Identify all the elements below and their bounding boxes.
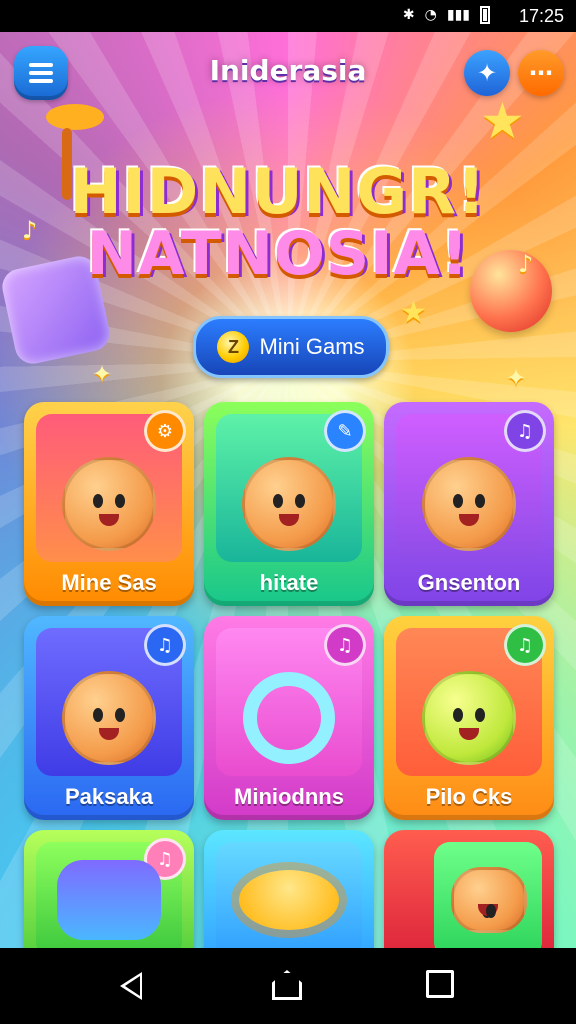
mascot-icon bbox=[62, 457, 156, 551]
mini-games-label: Mini Gams bbox=[259, 334, 365, 359]
star-icon: ★ bbox=[400, 295, 427, 330]
ring-icon bbox=[243, 672, 335, 764]
card-label: Mine Sas bbox=[61, 570, 157, 595]
home-button[interactable] bbox=[272, 970, 302, 1000]
signal-icon: ▮▮▮ bbox=[446, 7, 470, 23]
coin-icon: Z bbox=[217, 331, 250, 363]
status-icons: ✱ ◔ ▮▮▮ bbox=[403, 6, 490, 24]
gear-icon: ⚙ bbox=[144, 410, 186, 452]
game-card-hitate[interactable]: ✎ hitate bbox=[204, 402, 374, 606]
battery-icon bbox=[480, 6, 490, 24]
mascot-icon bbox=[451, 867, 528, 933]
music-icon: ♫ bbox=[324, 624, 366, 666]
sparkle-icon: ✦ bbox=[506, 364, 527, 392]
game-card-pilo-cks[interactable]: ♫ Pilo Cks bbox=[384, 616, 554, 820]
card-label: hitate bbox=[259, 570, 319, 595]
card-label: Miniodnns bbox=[234, 784, 344, 809]
music-icon: ♪ bbox=[22, 216, 38, 244]
game-button[interactable]: ✦ bbox=[464, 50, 510, 96]
music-icon: ♫ bbox=[504, 410, 546, 452]
mascot-icon bbox=[242, 457, 336, 551]
game-card-bottom-middle[interactable] bbox=[204, 830, 374, 948]
blob-icon bbox=[57, 860, 161, 940]
game-card-miniodnns[interactable]: ♫ Miniodnns bbox=[204, 616, 374, 820]
mini-games-button[interactable]: Z Mini Gams bbox=[193, 316, 389, 378]
music-icon: ♪ bbox=[518, 250, 534, 278]
card-label: Pilo Cks bbox=[425, 784, 513, 809]
more-icon: ⋯ bbox=[529, 59, 553, 87]
card-label: Paksaka bbox=[64, 784, 154, 809]
mascot-icon bbox=[422, 671, 516, 765]
status-bar: ✱ ◔ ▮▮▮ 17:25 bbox=[0, 0, 576, 32]
recent-apps-button[interactable] bbox=[426, 970, 454, 998]
more-button[interactable]: ⋯ bbox=[518, 50, 564, 96]
hero-title: HIDNUNGR! NATNOSIA! bbox=[48, 160, 508, 289]
status-time: 17:25 bbox=[518, 6, 564, 26]
back-button[interactable] bbox=[120, 972, 142, 1000]
gamepad-icon: ✦ bbox=[476, 59, 498, 87]
hero-line-1: HIDNUNGR! bbox=[69, 155, 487, 228]
card-label: Gnsenton bbox=[417, 570, 521, 595]
game-card-bottom-right[interactable] bbox=[384, 830, 554, 948]
wifi-icon: ◔ bbox=[424, 7, 437, 23]
game-card-mine-sas[interactable]: ⚙ Mine Sas bbox=[24, 402, 194, 606]
navigation-bar bbox=[0, 948, 576, 1024]
hero-line-2: NATNOSIA! bbox=[86, 219, 470, 289]
music-icon: ♫ bbox=[144, 624, 186, 666]
mascot-icon bbox=[62, 671, 156, 765]
bluetooth-icon: ✱ bbox=[402, 7, 415, 23]
app-screen: Iniderasia ✦ ⋯ ★ ★ ✦ ✦ ♪ ♪ HIDNUNGR! NAT… bbox=[0, 32, 576, 948]
planet-icon bbox=[239, 870, 339, 930]
pencil-icon: ✎ bbox=[324, 410, 366, 452]
sparkle-icon: ✦ bbox=[92, 360, 113, 388]
game-card-paksaka[interactable]: ♫ Paksaka bbox=[24, 616, 194, 820]
game-card-bottom-left[interactable]: ♫ bbox=[24, 830, 194, 948]
music-icon: ♫ bbox=[504, 624, 546, 666]
game-card-gnsenton[interactable]: ♫ Gnsenton bbox=[384, 402, 554, 606]
mascot-icon bbox=[422, 457, 516, 551]
star-icon: ★ bbox=[480, 92, 525, 150]
